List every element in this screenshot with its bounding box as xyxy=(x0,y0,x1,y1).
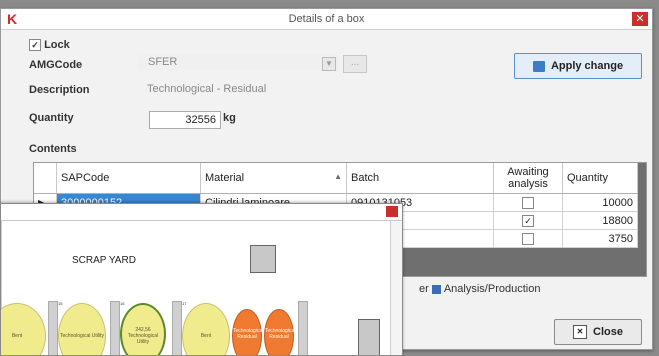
yard-title-bar xyxy=(1,204,402,221)
lock-checkbox-row[interactable]: ✓ Lock xyxy=(29,39,70,52)
col-batch[interactable]: Batch xyxy=(346,163,494,194)
cell-awaiting[interactable] xyxy=(493,193,563,212)
col-quantity[interactable]: Quantity xyxy=(562,163,638,194)
yard-gray-block[interactable] xyxy=(358,319,380,355)
col-awaiting-analysis[interactable]: Awaiting analysis xyxy=(493,163,563,194)
analysis-icon xyxy=(431,284,441,294)
grid-header: SAPCode Material ▲ Batch Awaiting analysi… xyxy=(34,163,638,194)
yard-pillar xyxy=(298,301,308,355)
scrap-yard-window: SCRAP YARD 15 16 17 Bent Technological U… xyxy=(0,203,403,356)
yard-bin[interactable]: Technological Utility xyxy=(58,303,106,355)
yard-title: SCRAP YARD xyxy=(72,255,136,266)
apply-change-button[interactable]: Apply change xyxy=(514,53,642,79)
pillar-number: 16 xyxy=(120,301,125,306)
yard-pillar xyxy=(48,301,58,355)
apply-icon xyxy=(532,60,545,72)
amgcode-combo[interactable]: SFER ▼ xyxy=(138,55,338,71)
yard-pillar xyxy=(172,301,182,355)
analysis-production-link[interactable]: er Analysis/Production xyxy=(419,283,540,295)
close-button-label: Close xyxy=(593,326,623,338)
close-button[interactable]: ✕ Close xyxy=(554,319,642,345)
yard-bin[interactable]: Technological Residual xyxy=(232,309,263,355)
contents-label: Contents xyxy=(29,143,77,155)
quantity-unit: kg xyxy=(223,112,236,124)
close-icon[interactable]: ✕ xyxy=(632,12,648,26)
cell-quantity[interactable]: 10000 xyxy=(562,193,638,212)
partial-link-text: er xyxy=(419,283,429,295)
cell-awaiting[interactable]: ✓ xyxy=(493,211,563,230)
yard-close-icon[interactable] xyxy=(386,206,398,217)
cell-quantity[interactable]: 18800 xyxy=(562,211,638,230)
yard-bin[interactable]: Bent xyxy=(1,303,46,355)
pillar-number: 15 xyxy=(58,301,63,306)
chevron-down-icon[interactable]: ▼ xyxy=(322,57,336,71)
amgcode-value: SFER xyxy=(148,56,178,68)
quantity-label: Quantity xyxy=(29,112,74,124)
analysis-production-label: Analysis/Production xyxy=(443,283,541,295)
cell-awaiting[interactable] xyxy=(493,229,563,248)
col-sapcode[interactable]: SAPCode xyxy=(56,163,201,194)
lock-label: Lock xyxy=(44,39,70,51)
lock-checkbox[interactable]: ✓ xyxy=(29,39,41,52)
yard-bin-selected[interactable]: 242,56 Technological Utility xyxy=(120,303,166,355)
title-bar: K Details of a box ✕ xyxy=(1,9,652,30)
sort-icon: ▲ xyxy=(334,172,342,181)
description-value: Technological - Residual xyxy=(147,83,267,95)
description-label: Description xyxy=(29,84,90,96)
yard-bin[interactable]: Technological Residual xyxy=(264,309,295,355)
row-selector-header xyxy=(34,163,57,194)
amgcode-browse-button[interactable]: ... xyxy=(343,55,367,73)
apply-change-label: Apply change xyxy=(550,60,624,72)
col-material-label: Material xyxy=(205,172,245,184)
yard-gray-block[interactable] xyxy=(250,245,276,273)
yard-canvas: SCRAP YARD 15 16 17 Bent Technological U… xyxy=(1,220,391,355)
yard-pillar xyxy=(110,301,120,355)
awaiting-checkbox[interactable] xyxy=(522,232,534,245)
awaiting-checkbox[interactable] xyxy=(522,196,534,209)
yard-bin[interactable]: Bent xyxy=(182,303,230,355)
awaiting-checkbox[interactable]: ✓ xyxy=(522,214,534,227)
pillar-number: 17 xyxy=(182,301,187,306)
cell-quantity[interactable]: 3750 xyxy=(562,229,638,248)
quantity-input[interactable]: 32556 xyxy=(149,111,221,129)
col-material[interactable]: Material ▲ xyxy=(200,163,347,194)
amgcode-label: AMGCode xyxy=(29,59,83,71)
close-window-icon: ✕ xyxy=(573,325,588,340)
window-title: Details of a box xyxy=(288,13,365,25)
